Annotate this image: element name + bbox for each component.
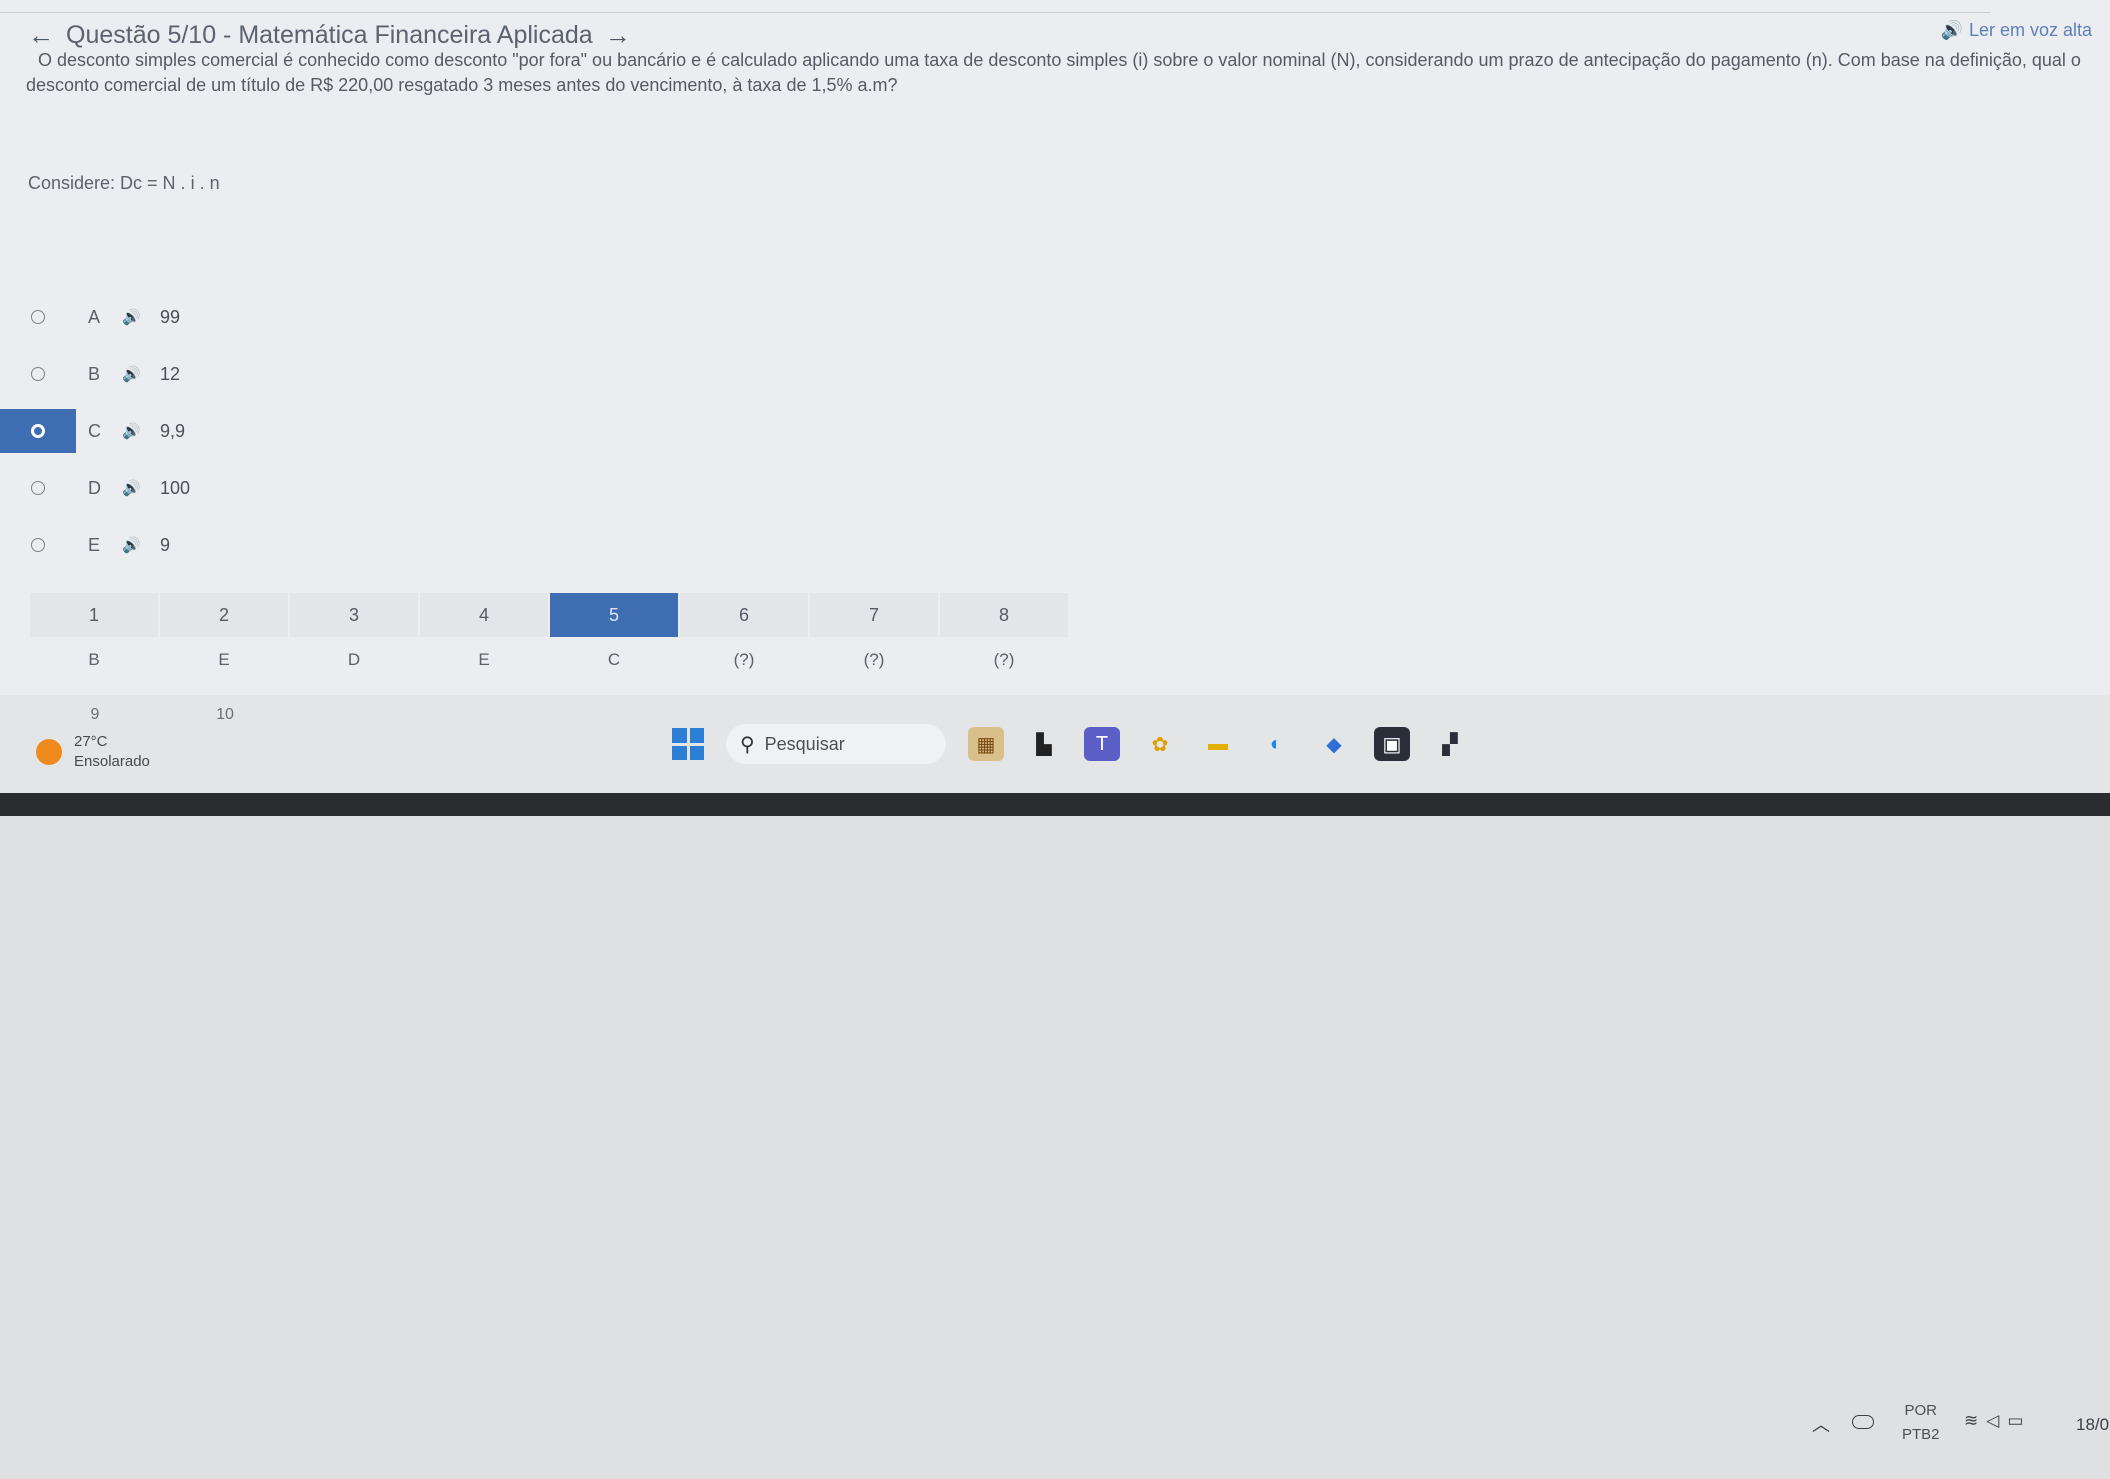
language-code: POR: [1904, 1402, 1938, 1419]
radio-button[interactable]: [31, 481, 45, 495]
option-b[interactable]: B 🔊 12: [0, 352, 260, 396]
nav-question-5-current[interactable]: 5: [550, 593, 678, 637]
store-icon[interactable]: ▣: [1374, 727, 1410, 761]
option-a[interactable]: A 🔊 99: [0, 295, 260, 339]
radio-button-selected[interactable]: [31, 424, 45, 438]
search-icon: ⚲: [740, 733, 755, 756]
read-aloud-button[interactable]: 🔊 Ler em voz alta: [1941, 20, 2092, 41]
language-indicator[interactable]: POR PTB2: [1902, 1399, 1940, 1447]
nav-answer-7: (?): [863, 650, 885, 669]
teams-icon[interactable]: T: [1084, 727, 1120, 761]
option-e[interactable]: E 🔊 9: [0, 523, 260, 567]
nav-question-2[interactable]: 2: [160, 593, 288, 637]
read-aloud-label: Ler em voz alta: [1968, 20, 2092, 40]
chevron-up-icon[interactable]: ︿: [1812, 1411, 1830, 1437]
speaker-icon: 🔊: [1940, 20, 1963, 40]
option-value: 9: [160, 534, 171, 555]
copilot-icon[interactable]: ✿: [1142, 727, 1178, 761]
screen-bezel: [0, 793, 2110, 816]
exam-window: ← Questão 5/10 - Matemática Financeira A…: [0, 0, 2110, 695]
option-value: 100: [160, 477, 191, 498]
back-arrow-icon[interactable]: ←: [28, 22, 54, 48]
question-title: Questão 5/10 - Matemática Financeira Apl…: [66, 20, 593, 49]
divider: [0, 12, 1990, 13]
radio-button[interactable]: [31, 538, 45, 552]
weather-temperature: 27°C: [74, 733, 108, 750]
file-explorer-icon[interactable]: ▬: [1200, 727, 1236, 761]
weather-description: Ensolarado: [74, 753, 150, 770]
option-d[interactable]: D 🔊 100: [0, 466, 260, 510]
nav-question-9[interactable]: 9: [30, 706, 160, 724]
speaker-icon[interactable]: 🔊: [122, 365, 152, 383]
nav-question-6[interactable]: 6: [680, 593, 808, 637]
option-letter: A: [88, 306, 101, 327]
task-view-icon[interactable]: ▙: [1026, 727, 1062, 761]
sun-icon: [36, 739, 62, 765]
question-statement: O desconto simples comercial é conhecido…: [26, 50, 2081, 95]
nav-answer-3: D: [347, 650, 361, 669]
nav-answer-6: (?): [733, 650, 755, 669]
app-icon[interactable]: ◆: [1316, 727, 1352, 761]
nav-question-10[interactable]: 10: [160, 706, 290, 724]
option-value: 99: [160, 306, 181, 327]
search-placeholder: Pesquisar: [764, 733, 845, 754]
option-letter: B: [88, 363, 101, 384]
nav-question-3[interactable]: 3: [290, 593, 418, 637]
nav-answer-2: E: [218, 650, 230, 669]
nav-row-partial: 9 10: [30, 706, 290, 724]
news-widget-icon[interactable]: ▦: [968, 727, 1004, 761]
option-value: 9,9: [160, 420, 186, 441]
system-tray: ︿ POR PTB2 ≋◁▭ 18/0: [1808, 1399, 2109, 1479]
question-navigator: 1 2 3 4 5 6 7 8 B E D E C (?) (?) (?): [30, 593, 1068, 683]
nav-answer-8: (?): [993, 650, 1015, 669]
option-c[interactable]: C 🔊 9,9: [0, 409, 260, 453]
radio-button[interactable]: [31, 367, 45, 381]
keyboard-layout: PTB2: [1902, 1426, 1940, 1443]
edge-icon[interactable]: ◐: [1258, 727, 1294, 761]
cloud-icon[interactable]: [1852, 1415, 1874, 1429]
nav-answer-5: C: [607, 650, 621, 669]
speaker-icon[interactable]: 🔊: [122, 308, 152, 326]
nav-answer-4: E: [478, 650, 490, 669]
option-letter: E: [88, 534, 101, 555]
question-header: ← Questão 5/10 - Matemática Financeira A…: [28, 18, 631, 52]
nav-question-8[interactable]: 8: [940, 593, 1068, 637]
nav-question-4[interactable]: 4: [420, 593, 548, 637]
option-letter: D: [88, 477, 101, 498]
formula-hint: Considere: Dc = N . i . n: [28, 173, 220, 193]
nav-question-1[interactable]: 1: [30, 593, 158, 637]
option-value: 12: [160, 363, 181, 384]
speaker-icon[interactable]: 🔊: [122, 422, 152, 440]
clock-date[interactable]: 18/0: [2076, 1415, 2109, 1435]
option-letter: C: [88, 420, 101, 441]
network-volume-battery-icons[interactable]: ≋◁▭: [1964, 1411, 2031, 1431]
nav-answer-1: B: [88, 650, 100, 669]
app-icon-2[interactable]: ▞: [1432, 727, 1468, 761]
taskbar-center: ⚲ Pesquisar ▦ ▙ T ✿ ▬ ◐ ◆ ▣ ▞: [672, 724, 1468, 764]
forward-arrow-icon[interactable]: →: [605, 22, 631, 48]
nav-question-7[interactable]: 7: [810, 593, 938, 637]
weather-widget[interactable]: 27°C Ensolarado: [36, 732, 150, 772]
taskbar-search[interactable]: ⚲ Pesquisar: [726, 724, 946, 764]
windows-start-icon[interactable]: [672, 728, 704, 760]
radio-button[interactable]: [31, 310, 45, 324]
speaker-icon[interactable]: 🔊: [122, 479, 152, 497]
speaker-icon[interactable]: 🔊: [122, 536, 152, 554]
taskbar: 9 10 27°C Ensolarado ⚲ Pesquisar ▦ ▙ T ✿…: [0, 695, 2110, 1443]
